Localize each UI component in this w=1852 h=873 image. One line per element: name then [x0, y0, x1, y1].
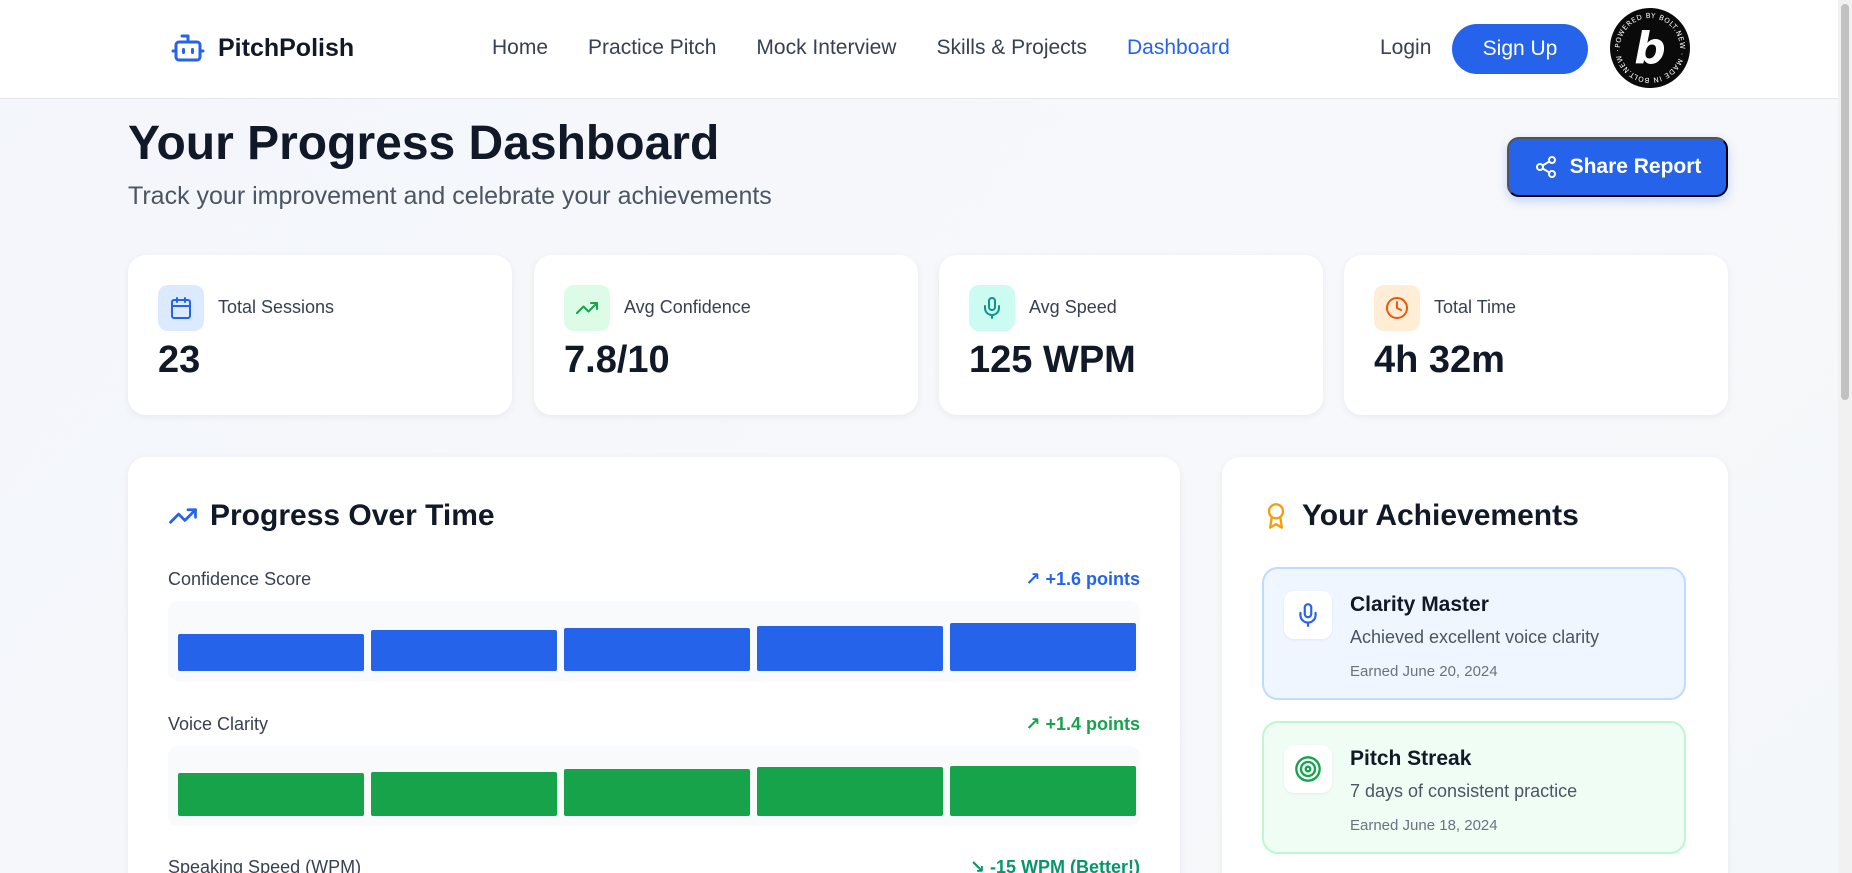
share-report-button[interactable]: Share Report — [1507, 137, 1728, 197]
progress-bar-segment — [371, 772, 557, 816]
nav-home[interactable]: Home — [492, 36, 548, 60]
bolt-badge[interactable]: POWERED BY BOLT.NEW · MADE IN BOLT.NEW ·… — [1610, 8, 1690, 88]
stat-value: 7.8/10 — [564, 339, 670, 381]
bot-icon — [170, 30, 206, 66]
trending-up-icon — [169, 508, 197, 524]
metric-label-voice-clarity: Voice Clarity — [168, 714, 269, 734]
login-link[interactable]: Login — [1380, 36, 1431, 60]
page-subtitle: Track your improvement and celebrate you… — [128, 182, 772, 210]
brand-name: PitchPolish — [218, 33, 355, 62]
stat-label: Total Sessions — [218, 297, 335, 317]
progress-bar-segment — [950, 766, 1136, 816]
stat-card-avg-speed: Avg Speed 125 WPM — [939, 255, 1323, 415]
share-report-label: Share Report — [1569, 155, 1702, 178]
achievement-date: Earned June 20, 2024 — [1350, 663, 1498, 680]
badge-letter: b — [1634, 22, 1666, 74]
stat-value: 23 — [158, 339, 201, 381]
progress-panel-title: Progress Over Time — [210, 499, 495, 532]
metric-delta-voice-clarity: ↗ +1.4 points — [1025, 714, 1140, 734]
stat-label: Avg Speed — [1029, 297, 1117, 317]
achievements-panel: Your Achievements Clarity Master Achieve… — [1222, 457, 1728, 873]
metric-delta-speaking-speed: ↘ -15 WPM (Better!) — [969, 857, 1140, 873]
microphone-icon — [1284, 591, 1332, 639]
microphone-icon — [969, 285, 1015, 331]
progress-bar-segment — [564, 769, 750, 816]
progress-panel-header: Progress Over Time — [168, 499, 495, 533]
signup-button[interactable]: Sign Up — [1452, 24, 1588, 74]
progress-bar-segment — [564, 628, 750, 671]
achievement-title: Pitch Streak — [1350, 747, 1472, 770]
stat-value: 4h 32m — [1374, 339, 1505, 381]
achievement-description: 7 days of consistent practice — [1350, 781, 1578, 801]
clock-icon — [1374, 285, 1420, 331]
stat-card-avg-confidence: Avg Confidence 7.8/10 — [534, 255, 918, 415]
page-scrollbar-thumb[interactable] — [1841, 4, 1849, 400]
nav-mock-interview[interactable]: Mock Interview — [756, 36, 896, 60]
metric-delta-confidence: ↗ +1.6 points — [1025, 569, 1140, 589]
progress-bar-segment — [950, 623, 1136, 671]
achievement-date: Earned June 18, 2024 — [1350, 817, 1498, 834]
confidence-bar-track — [168, 601, 1140, 681]
progress-bar-segment — [757, 767, 943, 816]
top-navbar: PitchPolish Home Practice Pitch Mock Int… — [0, 0, 1852, 99]
stat-card-total-time: Total Time 4h 32m — [1344, 255, 1728, 415]
achievement-card-pitch-streak[interactable]: Pitch Streak 7 days of consistent practi… — [1262, 721, 1686, 854]
stat-label: Total Time — [1434, 297, 1517, 317]
progress-bar-segment — [371, 630, 557, 671]
award-icon — [1267, 503, 1285, 529]
progress-bar-segment — [757, 626, 943, 671]
brand-logo[interactable]: PitchPolish — [170, 30, 354, 66]
trending-up-icon — [564, 285, 610, 331]
main-nav: Home Practice Pitch Mock Interview Skill… — [492, 36, 1270, 60]
achievements-panel-header: Your Achievements — [1262, 499, 1579, 533]
achievement-title: Clarity Master — [1350, 593, 1489, 616]
progress-bar-segment — [178, 634, 364, 671]
target-icon — [1284, 745, 1332, 793]
achievements-panel-title: Your Achievements — [1302, 499, 1579, 532]
stat-value: 125 WPM — [969, 339, 1136, 381]
share-icon — [1535, 156, 1556, 178]
page-title: Your Progress Dashboard — [128, 117, 720, 170]
metric-label-speaking-speed: Speaking Speed (WPM) — [168, 857, 362, 873]
achievement-description: Achieved excellent voice clarity — [1350, 627, 1600, 647]
progress-bar-segment — [178, 773, 364, 816]
calendar-icon — [158, 285, 204, 331]
stat-label: Avg Confidence — [624, 297, 751, 317]
achievement-card-clarity-master[interactable]: Clarity Master Achieved excellent voice … — [1262, 567, 1686, 700]
voice-clarity-bar-track — [168, 746, 1140, 826]
nav-skills-projects[interactable]: Skills & Projects — [936, 36, 1087, 60]
stat-card-total-sessions: Total Sessions 23 — [128, 255, 512, 415]
nav-practice-pitch[interactable]: Practice Pitch — [588, 36, 716, 60]
progress-over-time-panel: Progress Over Time Confidence Score ↗ +1… — [128, 457, 1180, 873]
nav-dashboard[interactable]: Dashboard — [1127, 36, 1230, 60]
metric-label-confidence: Confidence Score — [168, 569, 312, 589]
